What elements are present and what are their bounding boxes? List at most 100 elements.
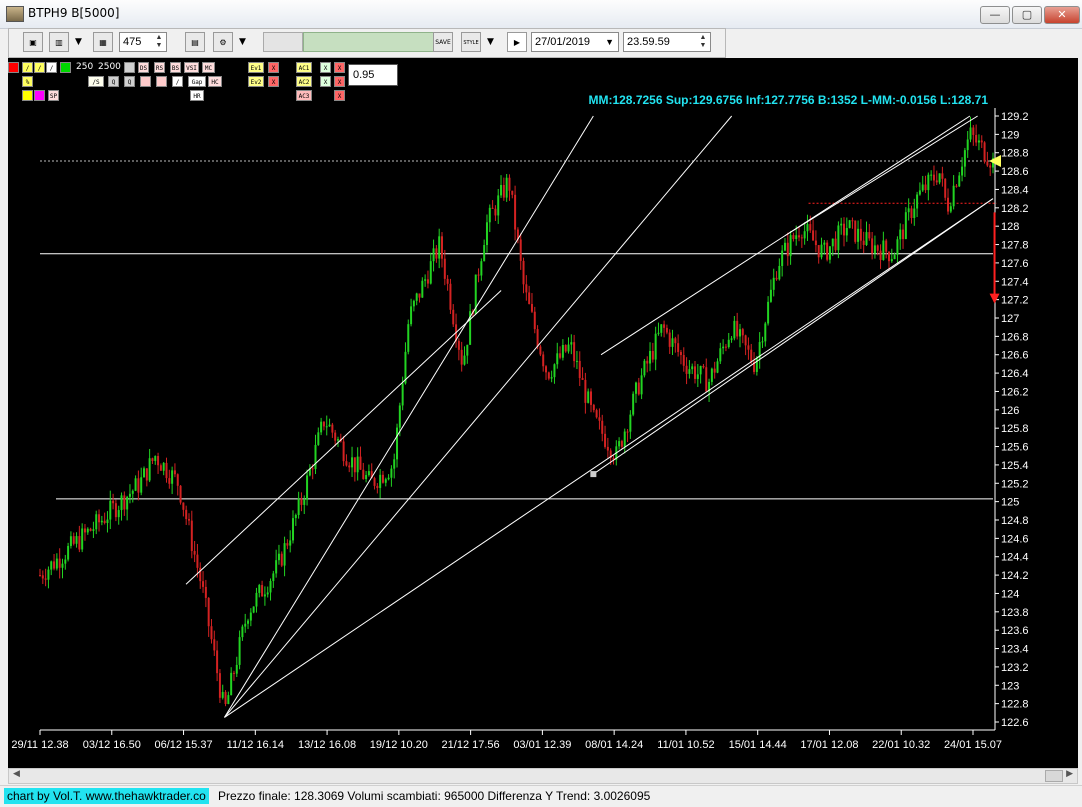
- candle-body: [387, 477, 390, 480]
- y-tick-label: 123.4: [1001, 644, 1029, 656]
- candle-body: [362, 469, 365, 480]
- candle-body: [755, 358, 758, 372]
- candle-body: [643, 360, 646, 376]
- candle-body: [351, 457, 354, 468]
- candle-body: [193, 550, 196, 555]
- candle-body: [69, 536, 72, 546]
- y-tick-label: 128.2: [1001, 203, 1029, 215]
- candle-body: [587, 391, 590, 403]
- window-title: BTPH9 B[5000]: [28, 6, 120, 20]
- candle-body: [890, 259, 893, 262]
- candle-body: [792, 235, 795, 240]
- candle-body: [112, 500, 115, 504]
- candle-body: [176, 474, 179, 486]
- candle-body: [182, 502, 185, 510]
- candle-body: [314, 444, 317, 470]
- candle-body: [775, 277, 778, 280]
- candle-body: [935, 180, 938, 183]
- candle-body: [795, 235, 798, 240]
- minimize-button[interactable]: —: [980, 6, 1010, 24]
- candle-body: [651, 350, 654, 360]
- x-tick-label: 03/12 16.50: [83, 739, 141, 751]
- bars-count-input[interactable]: 475 ▲ ▼: [119, 32, 167, 52]
- candle-body: [460, 349, 463, 365]
- candle-body: [249, 612, 252, 621]
- candle-body: [269, 581, 272, 593]
- x-tick-label: 11/01 10.52: [657, 739, 714, 751]
- time-input[interactable]: 23.59.59 ▲ ▼: [623, 32, 711, 52]
- candle-body: [570, 342, 573, 345]
- style-dropdown-icon[interactable]: ▼: [487, 37, 494, 47]
- candle-body: [452, 309, 455, 325]
- candle-body: [443, 258, 446, 279]
- y-tick-label: 129: [1001, 129, 1019, 141]
- candle-body: [519, 239, 522, 261]
- scroll-right-icon[interactable]: ▶: [1066, 769, 1073, 779]
- candle-body: [750, 349, 753, 362]
- window-titlebar: BTPH9 B[5000] — ▢ ✕: [0, 0, 1082, 29]
- horizontal-scrollbar[interactable]: ◀ ▶: [8, 768, 1078, 784]
- candle-body: [412, 300, 415, 307]
- candle-body: [989, 165, 992, 168]
- candle-body: [477, 274, 480, 276]
- candle-body: [190, 520, 193, 551]
- candle-body: [831, 238, 834, 247]
- candle-body: [252, 606, 255, 613]
- candle-body: [561, 344, 564, 358]
- candle-body: [955, 185, 958, 187]
- save-button[interactable]: SAVE: [433, 32, 453, 52]
- candle-body: [103, 520, 106, 524]
- candle-body: [457, 340, 460, 350]
- candle-body: [907, 208, 910, 213]
- maximize-button[interactable]: ▢: [1012, 6, 1042, 24]
- x-tick-label: 22/01 10.32: [872, 739, 930, 751]
- tools-icon[interactable]: ⚙: [213, 32, 233, 52]
- play-icon[interactable]: ▶: [507, 32, 527, 52]
- chart-type-icon[interactable]: ▥: [49, 32, 69, 52]
- candle-body: [75, 536, 78, 544]
- save-disk-icon[interactable]: ▣: [23, 32, 43, 52]
- candle-body: [559, 353, 562, 358]
- style-button[interactable]: STYLE: [461, 32, 481, 52]
- chart-header-stats: MM:128.7256 Sup:129.6756 Inf:127.7756 B:…: [588, 93, 988, 107]
- blank-field: [263, 32, 303, 52]
- candle-body: [834, 238, 837, 251]
- indicator-chart-icon[interactable]: ▤: [185, 32, 205, 52]
- candle-body: [508, 177, 511, 191]
- candle-body: [106, 519, 109, 524]
- candle-body: [55, 558, 58, 569]
- scroll-left-icon[interactable]: ◀: [13, 769, 20, 779]
- date-picker[interactable]: 27/01/2019 ▼: [531, 32, 619, 52]
- candle-body: [140, 477, 143, 493]
- candle-body: [165, 462, 168, 479]
- candle-body: [485, 222, 488, 246]
- calculator-icon[interactable]: ▦: [93, 32, 113, 52]
- candle-body: [778, 266, 781, 280]
- candle-body: [449, 283, 452, 310]
- chart-type-dropdown-icon[interactable]: ▼: [75, 37, 82, 47]
- candle-body: [275, 560, 278, 574]
- candle-body: [426, 279, 429, 284]
- candle-body: [241, 626, 244, 638]
- candle-body: [705, 367, 708, 392]
- price-chart[interactable]: 129.2 129 128.8 128.6 128.4 128.2 128 127.8 127.…: [8, 58, 1078, 768]
- candle-body: [719, 348, 722, 362]
- candle-body: [947, 197, 950, 212]
- candle-body: [727, 339, 730, 348]
- candle-body: [123, 495, 126, 510]
- credit-link[interactable]: chart by Vol.T. www.thehawktrader.co: [4, 788, 209, 804]
- candle-body: [963, 150, 966, 167]
- close-button[interactable]: ✕: [1044, 6, 1080, 24]
- date-dropdown-icon[interactable]: ▼: [605, 33, 614, 51]
- candle-body: [342, 441, 345, 462]
- candle-body: [390, 468, 393, 478]
- tools-dropdown-icon[interactable]: ▼: [239, 37, 246, 47]
- candle-body: [767, 301, 770, 324]
- candle-body: [573, 342, 576, 362]
- candle-body: [649, 350, 652, 364]
- bars-spinner-icon[interactable]: ▲ ▼: [153, 34, 165, 50]
- y-tick-label: 125.4: [1001, 460, 1029, 472]
- candle-body: [528, 292, 531, 304]
- scroll-thumb[interactable]: [1045, 770, 1063, 782]
- time-spinner-icon[interactable]: ▲ ▼: [697, 34, 709, 50]
